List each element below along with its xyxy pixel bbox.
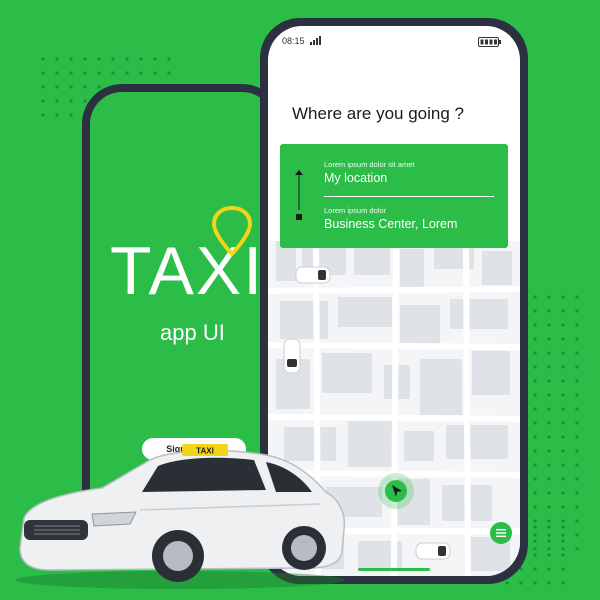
to-location-field[interactable]: Business Center, Lorem (324, 217, 457, 231)
status-time: 08:15 (282, 36, 305, 46)
taxi-car-image: TAXI (15, 444, 346, 589)
to-caption: Lorem ipsum dolor (324, 206, 387, 215)
route-icon (295, 170, 303, 220)
signal-icon (310, 36, 321, 45)
card-divider (324, 196, 494, 197)
menu-button[interactable] (490, 522, 512, 544)
route-card: Lorem ipsum dolor sit amet My location L… (280, 144, 508, 248)
dot-pattern-right (528, 290, 586, 550)
app-subtitle: app UI (160, 320, 225, 345)
battery-icon (478, 37, 501, 47)
from-caption: Lorem ipsum dolor sit amet (324, 160, 415, 169)
roof-sign-text: TAXI (196, 447, 214, 456)
from-location-field[interactable]: My location (324, 171, 387, 185)
home-indicator (358, 568, 430, 571)
destination-question: Where are you going ? (292, 104, 464, 123)
map-pin-icon (211, 205, 253, 257)
menu-icon (496, 529, 506, 537)
